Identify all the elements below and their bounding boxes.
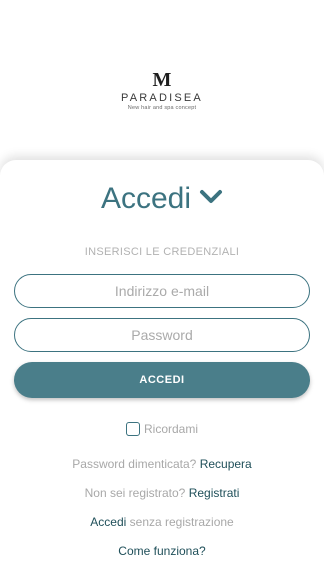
chevron-down-icon[interactable] [199,179,223,213]
guest-login-link[interactable]: Accedi [90,515,126,529]
guest-text: senza registrazione [129,515,234,529]
forgot-password-text: Password dimenticata? [72,457,197,471]
remember-checkbox[interactable] [125,421,140,436]
logo-tagline: New hair and spa concept [127,105,197,111]
recover-link[interactable]: Recupera [200,457,252,471]
how-it-works-link[interactable]: Come funziona? [118,544,205,558]
register-row: Non sei registrato? Registrati [0,486,324,500]
guest-row: Accedi senza registrazione [0,515,324,529]
login-button[interactable]: ACCEDI [14,362,310,398]
login-title: Accedi [100,182,192,215]
register-text: Non sei registrato? [84,486,186,500]
login-header[interactable]: Accedi [0,182,324,217]
password-field[interactable] [14,318,310,352]
remember-label: Ricordami [143,422,198,436]
forgot-password-row: Password dimenticata? Recupera [0,457,324,471]
credentials-subtitle: INSERISCI LE CREDENZIALI [84,246,240,258]
email-field[interactable] [14,274,310,308]
register-link[interactable]: Registrati [189,486,240,500]
logo-name: PARADISEA [121,92,203,104]
remember-me[interactable]: Ricordami [0,421,324,437]
how-it-works-row: Come funziona? [0,544,324,558]
logo-mark: M [152,69,172,91]
brand-logo: M PARADISEA New hair and spa concept [0,70,324,111]
login-panel: Accedi INSERISCI LE CREDENZIALI ACCEDI R… [0,160,324,580]
